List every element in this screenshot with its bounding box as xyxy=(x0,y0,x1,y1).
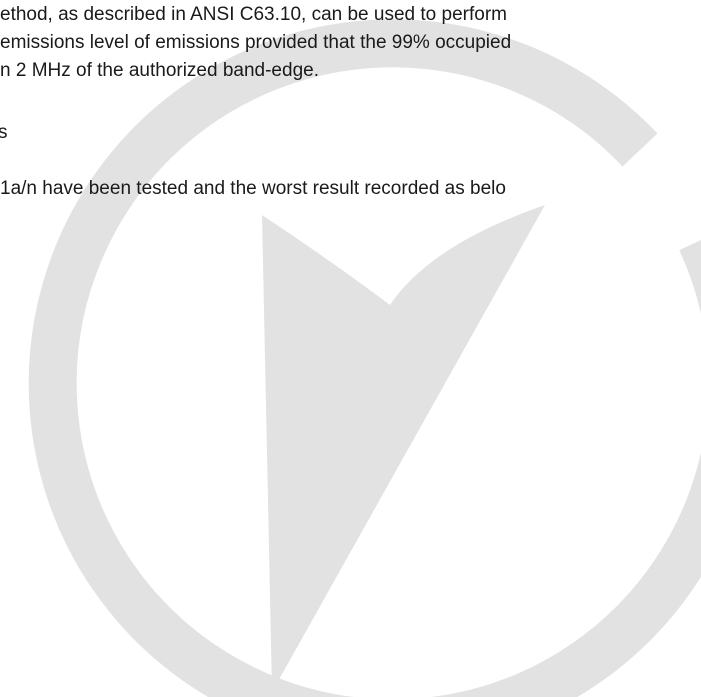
paragraph-line-4: 1a/n have been tested and the worst resu… xyxy=(0,178,506,199)
heading-fragment: s xyxy=(0,122,8,143)
document-body: ethod, as described in ANSI C63.10, can … xyxy=(0,0,701,697)
paragraph-line-3: n 2 MHz of the authorized band-edge. xyxy=(0,60,319,81)
paragraph-line-1: ethod, as described in ANSI C63.10, can … xyxy=(0,4,507,25)
paragraph-line-2: emissions level of emissions provided th… xyxy=(0,32,512,53)
